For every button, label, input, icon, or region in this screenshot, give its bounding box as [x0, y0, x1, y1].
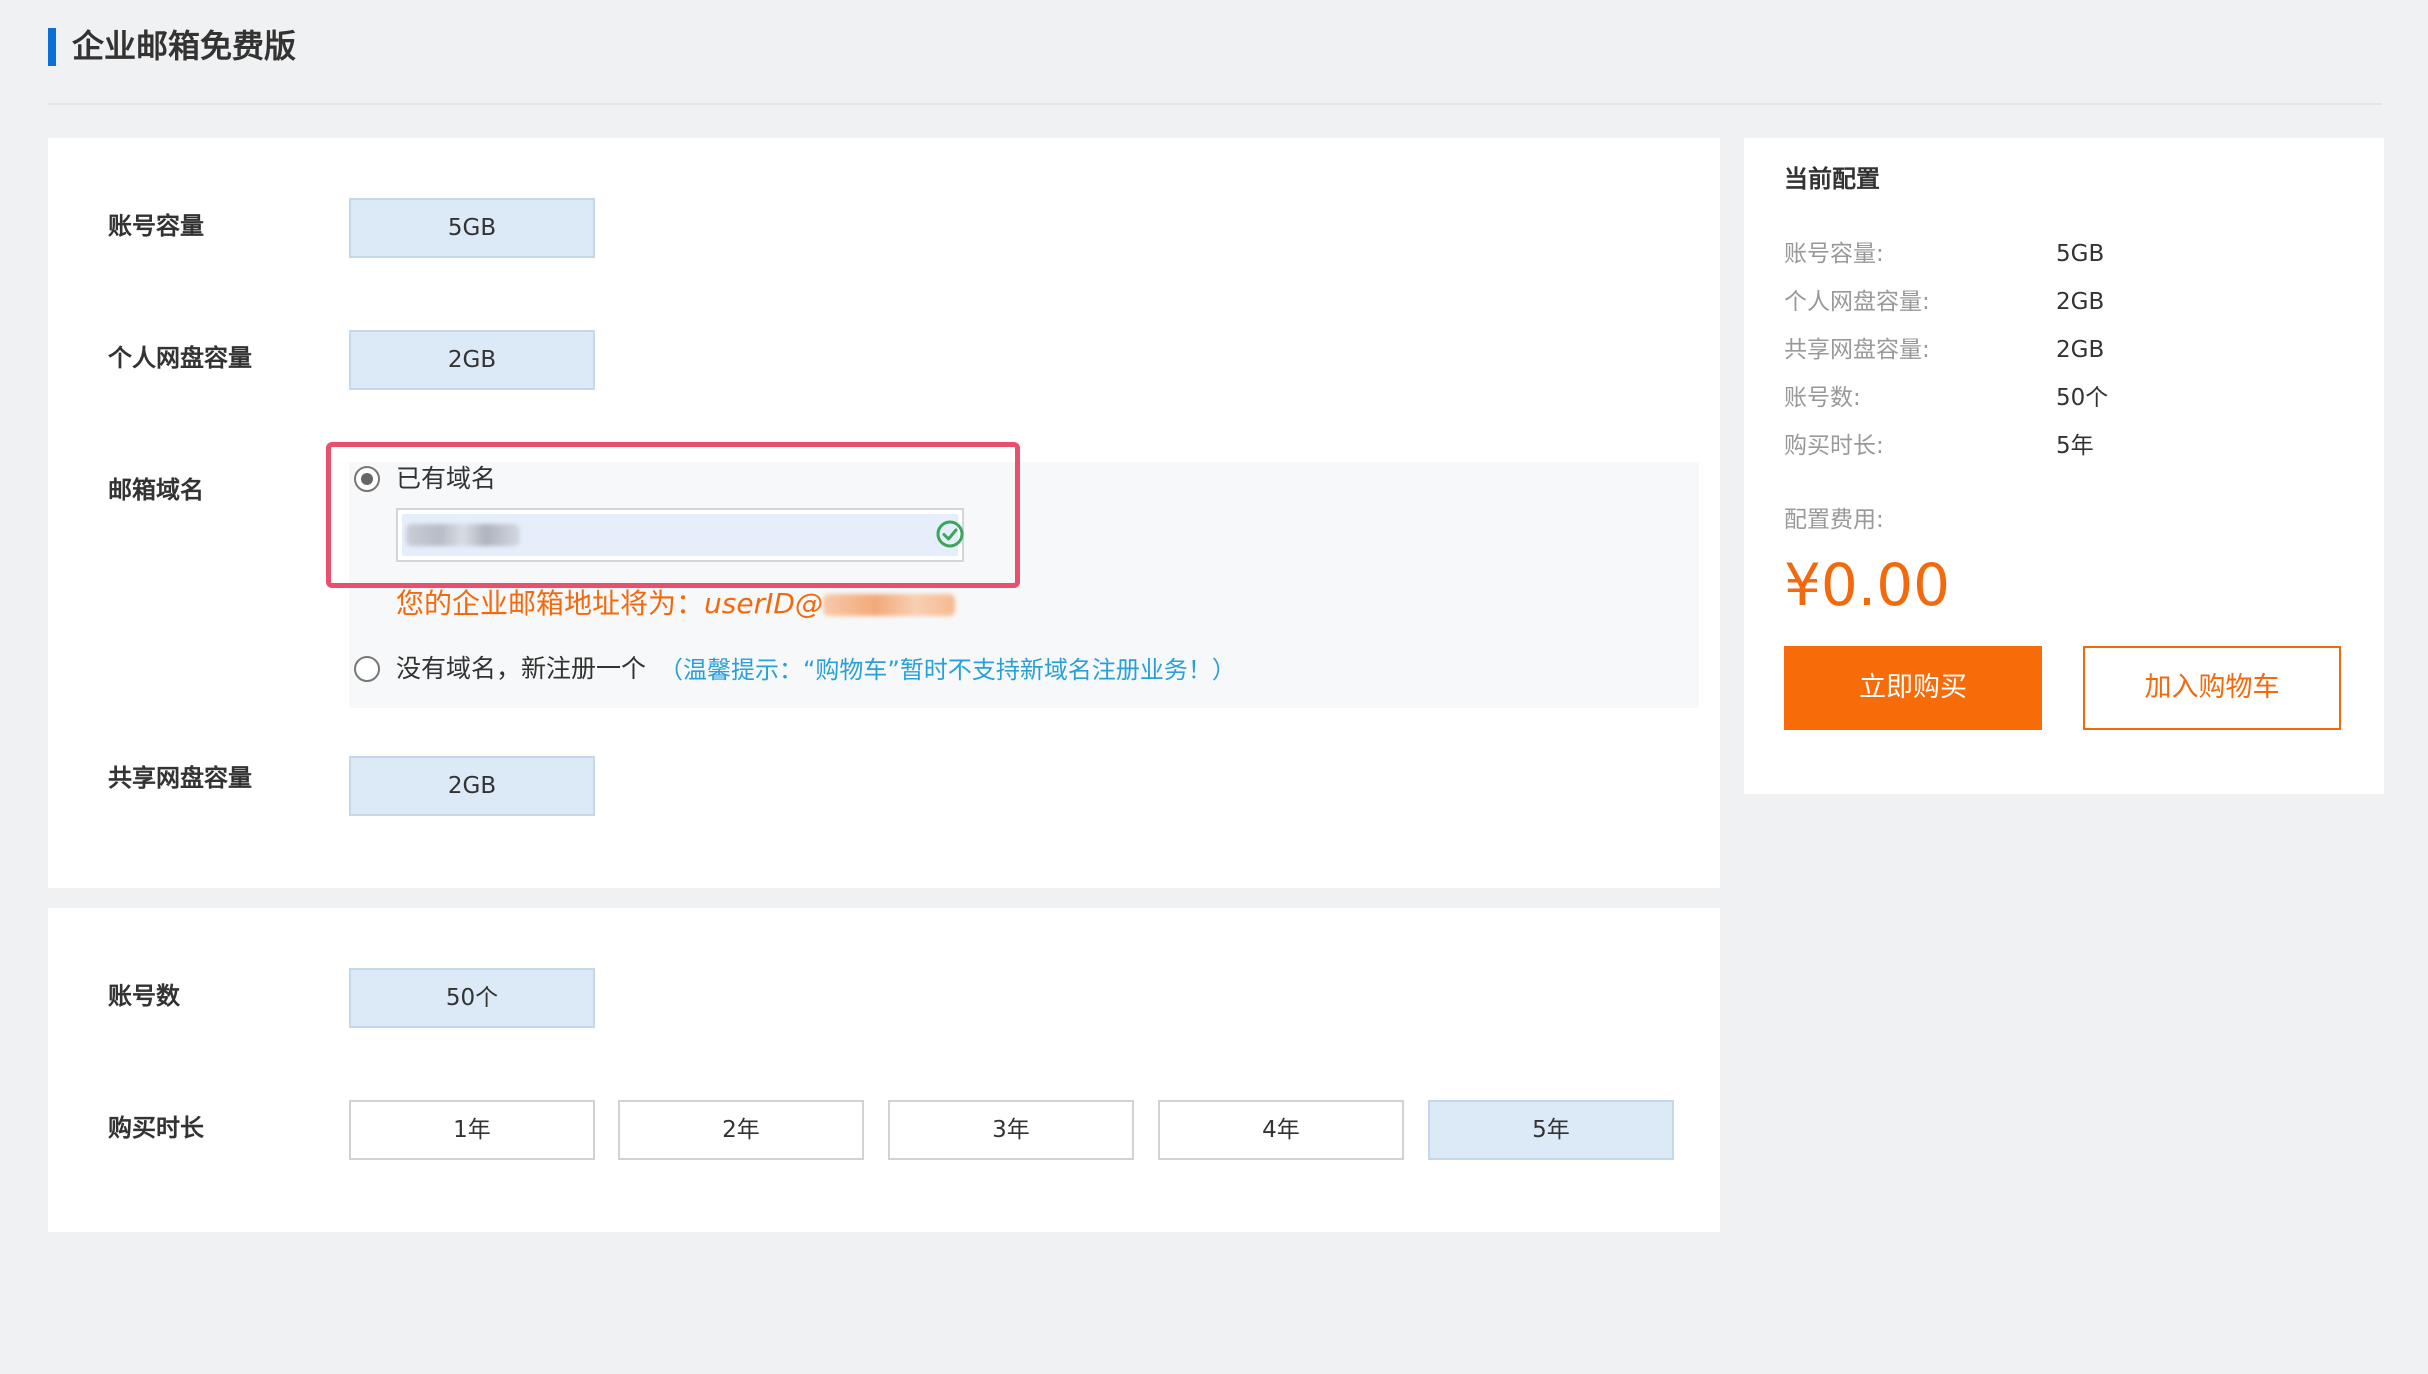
summary-title: 当前配置	[1784, 165, 1880, 193]
buy-now-button[interactable]: 立即购买	[1784, 646, 2042, 730]
personal-disk-label: 个人网盘容量	[108, 344, 252, 372]
price: ¥0.00	[1784, 551, 1951, 619]
summary-value: 2GB	[2056, 337, 2105, 363]
title-accent-bar	[48, 28, 56, 66]
personal-disk-option[interactable]: 2GB	[349, 330, 595, 390]
account-count-label: 账号数	[108, 982, 180, 1010]
account-capacity-label: 账号容量	[108, 212, 204, 240]
mail-domain-label: 邮箱域名	[108, 476, 204, 504]
summary-key: 账号容量:	[1784, 241, 1884, 267]
duration-option-2[interactable]: 2年	[618, 1100, 864, 1160]
duration-option-3[interactable]: 3年	[888, 1100, 1134, 1160]
email-hint-user: userID@	[704, 587, 823, 620]
redacted-email-domain	[822, 594, 955, 616]
config-panel: 账号容量 5GB 个人网盘容量 2GB 邮箱域名 已有域名 您的企业邮箱地址将为…	[48, 138, 1720, 888]
duration-label: 购买时长	[108, 1114, 204, 1142]
account-capacity-option[interactable]: 5GB	[349, 198, 595, 258]
page-header: 企业邮箱免费版	[48, 0, 2382, 105]
add-to-cart-button[interactable]: 加入购物车	[2083, 646, 2341, 730]
summary-value: 50个	[2056, 385, 2109, 411]
summary-panel: 当前配置 账号容量: 5GB 个人网盘容量: 2GB 共享网盘容量: 2GB 账…	[1744, 138, 2384, 794]
duration-option-1[interactable]: 1年	[349, 1100, 595, 1160]
duration-option-4[interactable]: 4年	[1158, 1100, 1404, 1160]
duration-option-5[interactable]: 5年	[1428, 1100, 1674, 1160]
quantity-panel: 账号数 50个 购买时长 1年 2年 3年 4年 5年	[48, 908, 1720, 1232]
cart-tip: （温馨提示：“购物车”暂时不支持新域名注册业务！）	[659, 656, 1236, 684]
summary-value: 5年	[2056, 433, 2094, 459]
shared-disk-option[interactable]: 2GB	[349, 756, 595, 816]
highlight-box	[326, 442, 1020, 588]
fee-label: 配置费用:	[1784, 507, 1884, 533]
new-domain-label: 没有域名，新注册一个	[396, 654, 647, 683]
summary-key: 共享网盘容量:	[1784, 337, 1930, 363]
page-title: 企业邮箱免费版	[72, 27, 297, 65]
account-count-option[interactable]: 50个	[349, 968, 595, 1028]
summary-key: 个人网盘容量:	[1784, 289, 1930, 315]
email-address-hint: 您的企业邮箱地址将为：userID@	[396, 586, 955, 622]
summary-value: 2GB	[2056, 289, 2105, 315]
summary-value: 5GB	[2056, 241, 2105, 267]
summary-key: 购买时长:	[1784, 433, 1884, 459]
summary-key: 账号数:	[1784, 385, 1861, 411]
new-domain-radio[interactable]	[354, 656, 380, 682]
shared-disk-label: 共享网盘容量	[108, 764, 252, 792]
email-hint-prefix: 您的企业邮箱地址将为：	[396, 587, 705, 620]
